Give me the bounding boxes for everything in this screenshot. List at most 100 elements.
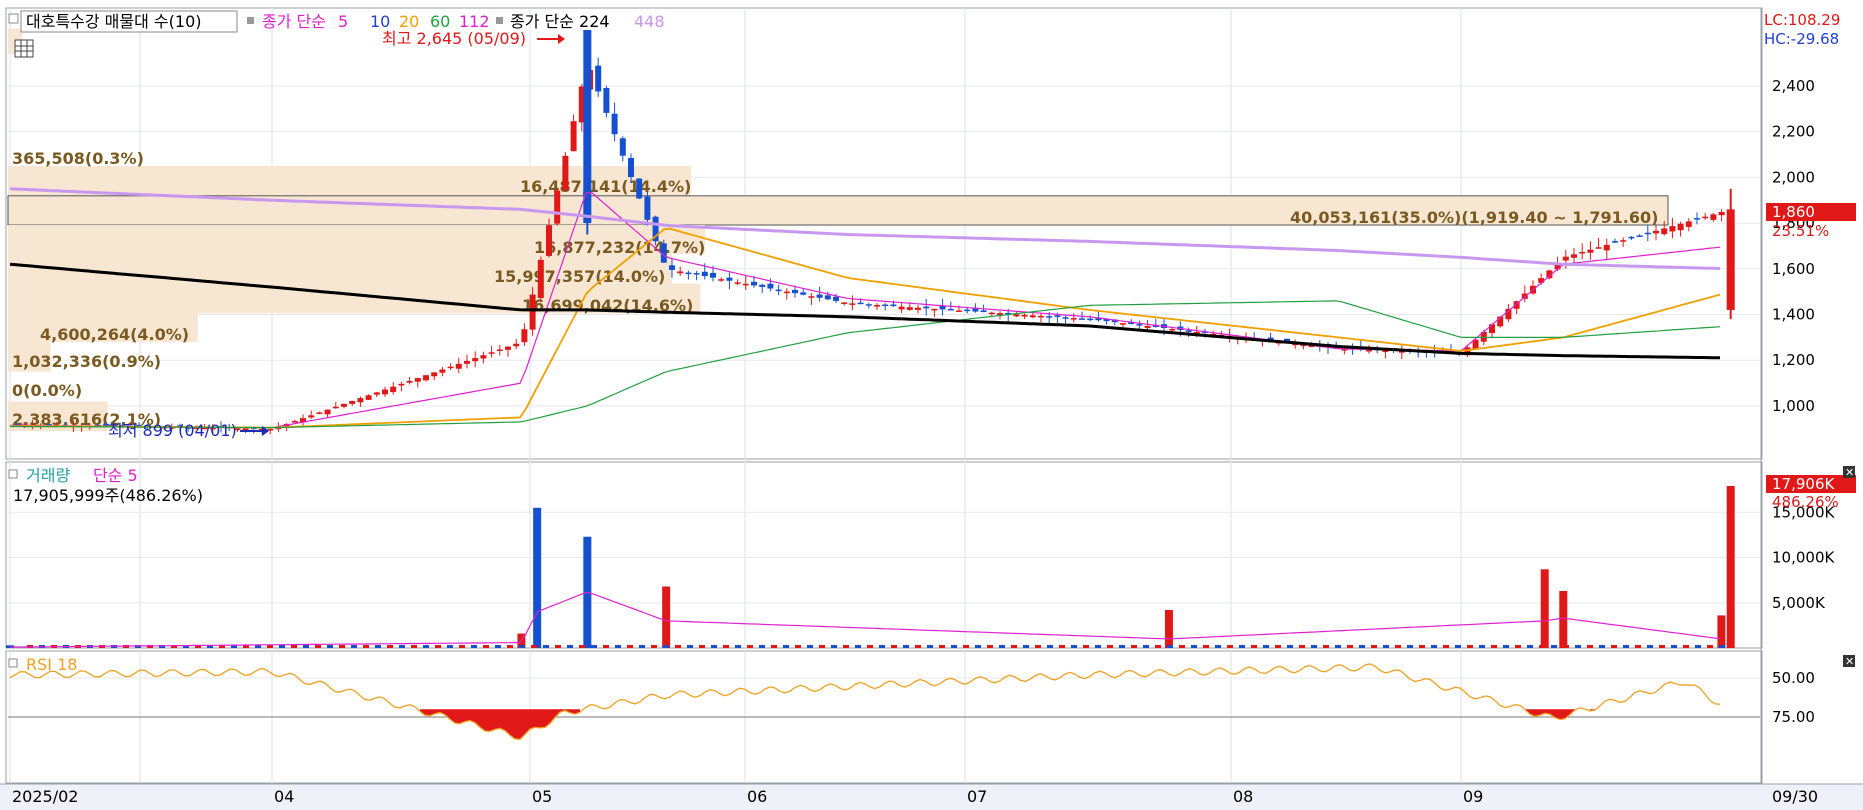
volume-profile-label: 4,600,264(4.0%) (40, 325, 189, 344)
volume-bar-small (1035, 645, 1041, 648)
price-tick-label: 1,200 (1772, 351, 1815, 369)
candle-body (414, 378, 421, 382)
volume-bar-small (879, 645, 885, 648)
candle-body (1054, 315, 1061, 317)
volume-bar-small (315, 645, 321, 648)
volume-profile-label: 40,053,161(35.0%)(1,919.40 ~ 1,791.60) (1290, 208, 1658, 227)
candle-body (242, 428, 249, 431)
volume-bar-small (1467, 645, 1473, 648)
volume-bar-small (747, 645, 753, 648)
panel-toggle-icon[interactable] (8, 13, 19, 24)
candle-body (1587, 249, 1594, 253)
rsi-tick-label: 75.00 (1772, 708, 1815, 726)
current-volume: 17,906K (1772, 475, 1835, 493)
volume-bar-small (1335, 645, 1341, 648)
candle-body (923, 306, 930, 309)
candle-body (1120, 323, 1126, 325)
volume-bar-small (639, 645, 645, 648)
candle-body (505, 346, 511, 350)
volume-bar-small (1347, 645, 1353, 648)
candle-body (1079, 318, 1085, 320)
table-icon[interactable] (14, 39, 34, 58)
candle-body (857, 302, 864, 305)
candle-body (865, 304, 872, 306)
candle-body (1685, 221, 1692, 227)
volume-bar-small (1563, 645, 1569, 648)
candle-body (546, 225, 552, 256)
candle-body (947, 308, 954, 311)
volume-bar-small (915, 645, 921, 648)
volume-tick-label: 5,000K (1772, 594, 1826, 612)
volume-bar-small (1299, 645, 1305, 648)
volume-bar-small (423, 645, 429, 648)
volume-bar-small (1539, 645, 1545, 648)
candle-body (1718, 211, 1725, 216)
volume-ma-label: 단순 5 (93, 466, 138, 485)
volume-info: 17,905,999주(486.26%) (13, 486, 203, 505)
volume-bar (1717, 615, 1726, 648)
candle-body (496, 349, 503, 351)
candle-body (841, 302, 848, 304)
current-volume-pct: 486.26% (1772, 493, 1839, 511)
volume-bar-small (507, 645, 513, 648)
candle-body (1046, 316, 1053, 318)
candle-body (988, 312, 995, 315)
candle-body (439, 369, 446, 373)
candle-body (701, 271, 708, 277)
panel-toggle-icon[interactable] (8, 469, 18, 479)
candle-body (751, 281, 757, 286)
last-candle-body (1726, 209, 1735, 310)
candle-body (1169, 328, 1176, 331)
volume-bar-small (1695, 645, 1701, 648)
candle-body (332, 406, 339, 409)
volume-bar-small (963, 645, 969, 648)
candle-body (1579, 251, 1586, 254)
volume-bar-small (1203, 645, 1209, 648)
ma2-extra: 448 (634, 12, 665, 31)
volume-bar-small (567, 645, 573, 648)
legend-marker-icon (247, 17, 254, 24)
candle-body (1710, 214, 1717, 220)
candle-body (521, 329, 528, 343)
volume-bar-small (1011, 645, 1017, 648)
volume-tick-label: 10,000K (1772, 549, 1835, 567)
volume-bar-small (1683, 645, 1689, 648)
volume-profile-label: 0(0.0%) (12, 381, 82, 400)
candle-body (710, 272, 716, 278)
candle-body (693, 273, 700, 275)
candle-body (1694, 218, 1700, 220)
volume-bar-small (783, 645, 789, 648)
volume-bar-small (591, 645, 597, 648)
volume-bar (1540, 569, 1549, 648)
candle-body (603, 88, 610, 113)
candle-body (373, 392, 380, 395)
x-tick-label: 05 (532, 787, 552, 806)
x-tick-label: 08 (1233, 787, 1253, 806)
candle-body (898, 306, 905, 310)
volume-bar-small (771, 645, 777, 648)
volume-bar-small (1071, 645, 1077, 648)
volume-bar-small (579, 645, 585, 648)
volume-bar-small (495, 645, 501, 648)
volume-bar-small (819, 645, 825, 648)
volume-bar-small (1131, 645, 1137, 648)
candle-body (570, 121, 577, 152)
volume-bar-small (939, 645, 945, 648)
candle-body (1029, 315, 1036, 318)
volume-bar-small (1719, 645, 1725, 648)
x-tick-label: 06 (747, 787, 767, 806)
volume-bar-small (543, 645, 549, 648)
volume-bar-small (843, 645, 849, 648)
candle-body (398, 383, 405, 386)
panel-toggle-icon[interactable] (8, 658, 18, 668)
candle-body (1661, 228, 1668, 235)
volume-bar-small (1515, 645, 1521, 648)
volume-bar-small (1707, 645, 1713, 648)
volume-bar-small (1443, 645, 1449, 648)
candle-body (1144, 326, 1151, 329)
volume-bar-small (951, 645, 957, 648)
volume-bar-small (711, 645, 717, 648)
stock-chart[interactable]: 365,508(0.3%) 16,487,141(14.4%) 40,053,161… (0, 0, 1863, 810)
volume-bar-small (1311, 645, 1317, 648)
candle-body (1620, 240, 1627, 242)
